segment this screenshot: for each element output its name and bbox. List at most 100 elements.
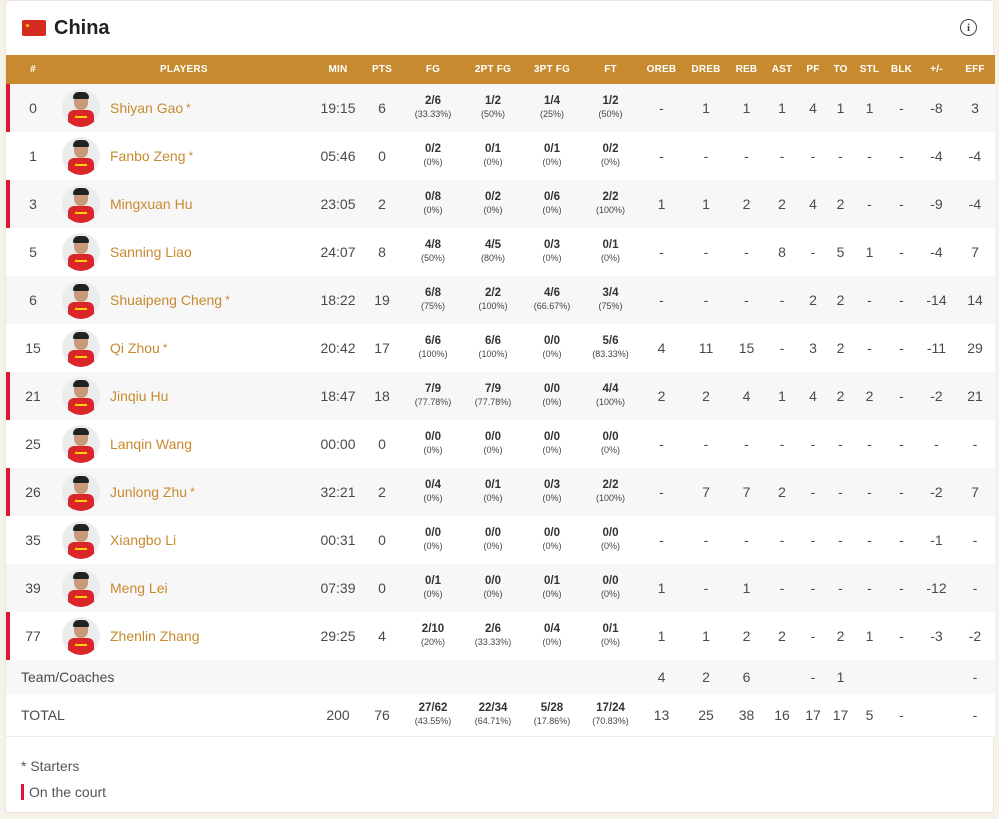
total-three-point-fg-pct: (17.86%) <box>533 715 571 726</box>
stat-reb: - <box>744 244 749 260</box>
player-avatar[interactable] <box>62 329 100 367</box>
stat-dreb: - <box>703 292 709 308</box>
column-header: DREB <box>691 64 721 75</box>
player-name-link[interactable]: Xiangbo Li <box>110 532 176 548</box>
field-goals: 2/10 (20%) <box>402 612 464 660</box>
player-avatar[interactable] <box>62 137 100 175</box>
stat-eff: 3 <box>971 100 979 116</box>
stat-ast: 1 <box>778 388 786 404</box>
player-name-link[interactable]: Mingxuan Hu <box>110 196 193 212</box>
column-header: STL <box>859 64 880 75</box>
stat-ast: - <box>779 436 785 452</box>
stat-pf: - <box>810 580 816 596</box>
column-header: TO <box>833 64 848 75</box>
minutes: 18:47 <box>320 388 356 404</box>
column-header: PTS <box>371 64 393 75</box>
player-name-link[interactable]: Lanqin Wang <box>110 436 192 452</box>
two-point-fg-made: 0/1 <box>485 143 501 155</box>
player-name-link[interactable]: Junlong Zhu <box>110 484 187 500</box>
two-point-fg: 0/0 (0%) <box>464 564 522 612</box>
two-point-fg: 7/9 (77.78%) <box>464 372 522 420</box>
player-name-link[interactable]: Shuaipeng Cheng <box>110 292 222 308</box>
stat-ast: - <box>779 340 785 356</box>
stat-to: - <box>838 148 843 164</box>
stat-stl: 1 <box>865 244 874 260</box>
three-point-fg: 0/4 (0%) <box>522 612 582 660</box>
total-two-point-fg-made: 22/34 <box>478 701 508 714</box>
total-field-goals-pct: (43.55%) <box>414 715 452 726</box>
player-cell: Lanqin Wang <box>60 420 314 468</box>
column-header: FT <box>604 64 617 75</box>
stat-to: 1 <box>836 100 845 116</box>
team-stat-ast <box>765 660 799 694</box>
column-header: +/- <box>930 64 943 75</box>
two-point-fg-pct: (0%) <box>483 445 503 455</box>
player-name-link[interactable]: Sanning Liao <box>110 244 192 260</box>
three-point-fg-pct: (0%) <box>542 205 562 215</box>
column-header: MIN <box>328 64 348 75</box>
two-point-fg-pct: (77.78%) <box>474 397 512 407</box>
stat-pf: - <box>810 148 816 164</box>
player-avatar[interactable] <box>62 521 100 559</box>
player-name-link[interactable]: Qi Zhou <box>110 340 160 356</box>
player-row: 21 Jinqiu Hu 18:47 18 7/9 (77.78%) 7/9 (77.78%)… <box>6 372 995 420</box>
stat-stl: 2 <box>865 388 874 404</box>
stat-oreb: 4 <box>657 340 666 356</box>
total-row: TOTAL 200 76 27/62 (43.55%) 22/34 (64.71%) 5/28… <box>6 694 995 736</box>
two-point-fg-pct: (33.33%) <box>474 637 512 647</box>
player-avatar[interactable] <box>62 281 100 319</box>
stat-blk: - <box>899 532 904 548</box>
stat-reb: 4 <box>742 388 751 404</box>
free-throws: 0/1 (0%) <box>582 228 639 276</box>
player-avatar[interactable] <box>62 569 100 607</box>
player-name-link[interactable]: Shiyan Gao <box>110 100 183 116</box>
stat-dreb: - <box>703 148 709 164</box>
total-three-point-fg: 5/28 (17.86%) <box>522 694 582 736</box>
free-throws-pct: (0%) <box>600 637 620 647</box>
stat-to: 2 <box>836 292 845 308</box>
player-name-link[interactable]: Fanbo Zeng <box>110 148 186 164</box>
stat-eff: - <box>972 532 978 548</box>
player-name-link[interactable]: Meng Lei <box>110 580 168 596</box>
player-name-link[interactable]: Zhenlin Zhang <box>110 628 200 644</box>
total-field-goals-made: 27/62 <box>418 701 448 714</box>
total-stat-dreb: 25 <box>698 706 714 723</box>
player-avatar[interactable] <box>62 425 100 463</box>
player-avatar[interactable] <box>62 377 100 415</box>
team-stat-dreb: 2 <box>702 669 710 685</box>
stat-pm: -2 <box>930 388 943 404</box>
points: 17 <box>374 340 390 356</box>
three-point-fg-made: 0/6 <box>544 191 560 203</box>
total-stat-blk: - <box>899 706 904 723</box>
player-avatar[interactable] <box>62 233 100 271</box>
player-avatar[interactable] <box>62 89 100 127</box>
team-stat-stl <box>854 660 885 694</box>
free-throws-pct: (0%) <box>600 541 620 551</box>
stat-ast: 8 <box>778 244 786 260</box>
info-icon[interactable]: i <box>960 19 977 36</box>
empty-cell <box>402 660 464 694</box>
player-avatar[interactable] <box>62 617 100 655</box>
three-point-fg-pct: (0%) <box>542 157 562 167</box>
field-goals-made: 0/2 <box>425 143 441 155</box>
field-goals-pct: (50%) <box>420 253 445 263</box>
player-row: 6 Shuaipeng Cheng * 18:22 19 6/8 (75%) 2/2 (100%… <box>6 276 995 324</box>
free-throws-pct: (0%) <box>600 445 620 455</box>
three-point-fg-made: 4/6 <box>544 287 560 299</box>
free-throws: 1/2 (50%) <box>582 84 639 132</box>
three-point-fg: 0/0 (0%) <box>522 372 582 420</box>
column-header: AST <box>771 64 793 75</box>
stat-stl: - <box>867 292 872 308</box>
jersey-number: 3 <box>6 180 60 228</box>
total-stat-oreb: 13 <box>653 706 670 723</box>
starter-marker: * <box>225 293 230 307</box>
free-throws: 3/4 (75%) <box>582 276 639 324</box>
column-header: FG <box>425 64 441 75</box>
field-goals: 7/9 (77.78%) <box>402 372 464 420</box>
stat-ast: 2 <box>778 628 786 644</box>
player-name-link[interactable]: Jinqiu Hu <box>110 388 168 404</box>
stat-to: 2 <box>836 388 845 404</box>
player-avatar[interactable] <box>62 185 100 223</box>
player-avatar[interactable] <box>62 473 100 511</box>
total-free-throws-pct: (70.83%) <box>592 715 629 726</box>
